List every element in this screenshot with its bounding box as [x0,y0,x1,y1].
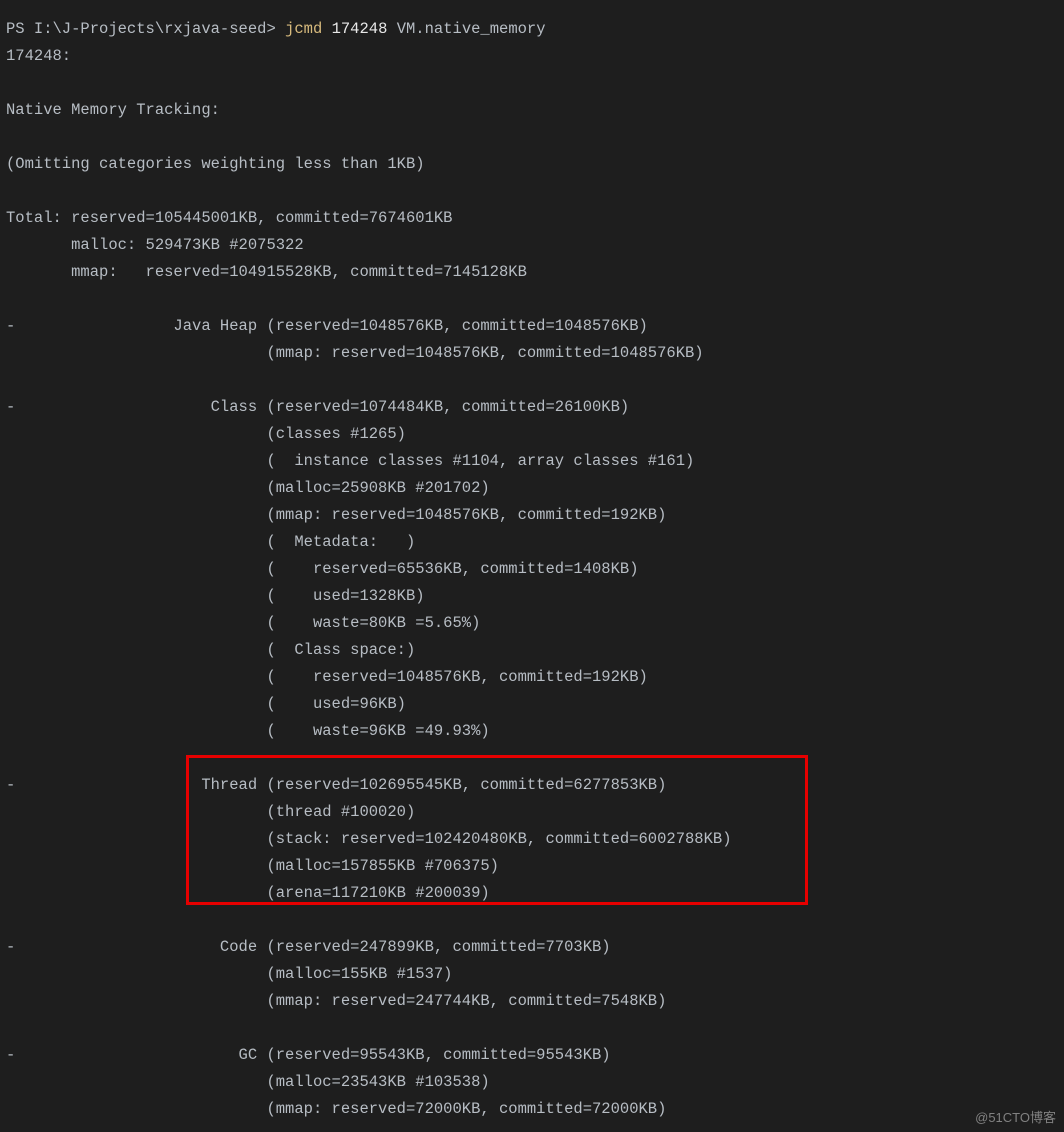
code-line: - Code (reserved=247899KB, committed=770… [6,938,611,956]
thread-malloc: (malloc=157855KB #706375) [6,857,499,875]
gc-mmap: (mmap: reserved=72000KB, committed=72000… [6,1100,666,1118]
cmd-sub: VM.native_memory [397,20,546,38]
java-heap-mmap: (mmap: reserved=1048576KB, committed=104… [6,344,704,362]
gc-line: - GC (reserved=95543KB, committed=95543K… [6,1046,611,1064]
terminal-output: PS I:\J-Projects\rxjava-seed> jcmd 17424… [0,0,1064,1129]
watermark-text: @51CTO博客 [975,1107,1056,1126]
class-space-waste: ( waste=96KB =49.93%) [6,722,490,740]
total-mmap: mmap: reserved=104915528KB, committed=71… [6,263,527,281]
java-heap-line: - Java Heap (reserved=1048576KB, committ… [6,317,648,335]
omit-line: (Omitting categories weighting less than… [6,155,425,173]
nmt-header: Native Memory Tracking: [6,101,220,119]
thread-count: (thread #100020) [6,803,415,821]
class-space-used: ( used=96KB) [6,695,406,713]
class-line: - Class (reserved=1074484KB, committed=2… [6,398,629,416]
class-instance: ( instance classes #1104, array classes … [6,452,694,470]
thread-stack: (stack: reserved=102420480KB, committed=… [6,830,732,848]
class-metadata-used: ( used=1328KB) [6,587,425,605]
class-space-reserved: ( reserved=1048576KB, committed=192KB) [6,668,648,686]
gc-malloc: (malloc=23543KB #103538) [6,1073,490,1091]
cmd-jcmd: jcmd [285,20,322,38]
class-count: (classes #1265) [6,425,406,443]
ps-prompt-path: PS I:\J-Projects\rxjava-seed> [6,20,285,38]
class-space-header: ( Class space:) [6,641,415,659]
class-malloc: (malloc=25908KB #201702) [6,479,490,497]
class-metadata-header: ( Metadata: ) [6,533,415,551]
total-line: Total: reserved=105445001KB, committed=7… [6,209,452,227]
class-metadata-waste: ( waste=80KB =5.65%) [6,614,480,632]
code-malloc: (malloc=155KB #1537) [6,965,452,983]
total-malloc: malloc: 529473KB #2075322 [6,236,304,254]
class-metadata-reserved: ( reserved=65536KB, committed=1408KB) [6,560,639,578]
thread-line: - Thread (reserved=102695545KB, committe… [6,776,666,794]
pid-echo: 174248: [6,47,71,65]
cmd-pid: 174248 [332,20,388,38]
code-mmap: (mmap: reserved=247744KB, committed=7548… [6,992,666,1010]
class-mmap: (mmap: reserved=1048576KB, committed=192… [6,506,666,524]
thread-arena: (arena=117210KB #200039) [6,884,490,902]
